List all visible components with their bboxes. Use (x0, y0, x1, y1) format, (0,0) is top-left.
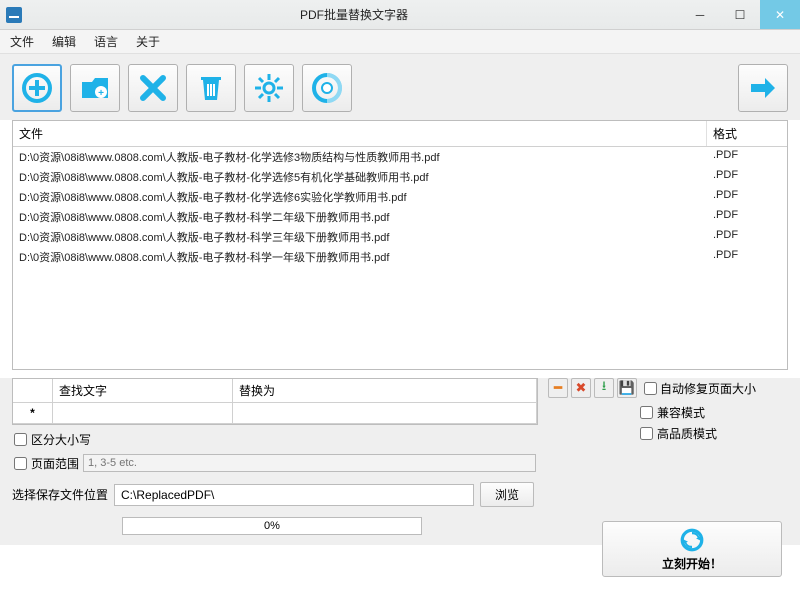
table-row[interactable]: D:\0资源\08i8\www.0808.com\人教版-电子教材-科学三年级下… (13, 227, 787, 247)
menu-file[interactable]: 文件 (10, 33, 34, 50)
clear-button[interactable] (186, 64, 236, 112)
table-row[interactable]: D:\0资源\08i8\www.0808.com\人教版-电子教材-科学一年级下… (13, 247, 787, 267)
page-range-checkbox[interactable] (14, 457, 27, 470)
maximize-button[interactable]: ☐ (720, 0, 760, 29)
table-row[interactable]: D:\0资源\08i8\www.0808.com\人教版-电子教材-化学选修3物… (13, 147, 787, 167)
minimize-button[interactable]: ─ (680, 0, 720, 29)
add-file-button[interactable] (12, 64, 62, 112)
replace-header: 替换为 (233, 379, 537, 403)
save-path-input[interactable] (114, 484, 474, 506)
table-row[interactable]: D:\0资源\08i8\www.0808.com\人教版-电子教材-化学选修5有… (13, 167, 787, 187)
table-row[interactable]: D:\0资源\08i8\www.0808.com\人教版-电子教材-科学二年级下… (13, 207, 787, 227)
replace-cell[interactable] (233, 403, 537, 424)
next-button[interactable] (738, 64, 788, 112)
compat-label: 兼容模式 (657, 404, 705, 421)
menu-language[interactable]: 语言 (94, 33, 118, 50)
hq-label: 高品质模式 (657, 425, 717, 442)
table-row[interactable]: D:\0资源\08i8\www.0808.com\人教版-电子教材-化学选修6实… (13, 187, 787, 207)
close-button[interactable]: ✕ (760, 0, 800, 29)
add-folder-button[interactable]: + (70, 64, 120, 112)
settings-button[interactable] (244, 64, 294, 112)
replace-row[interactable]: * (13, 403, 537, 424)
case-sensitive-checkbox[interactable] (14, 433, 27, 446)
menubar: 文件 编辑 语言 关于 (0, 30, 800, 54)
clear-rules-icon[interactable]: ✖ (571, 378, 591, 398)
window-title: PDF批量替换文字器 (28, 6, 680, 23)
page-range-input[interactable] (83, 454, 536, 472)
help-button[interactable] (302, 64, 352, 112)
app-icon (6, 7, 22, 23)
page-range-label: 页面范围 (31, 455, 79, 472)
progress-bar: 0% (122, 517, 422, 535)
menu-about[interactable]: 关于 (136, 33, 160, 50)
start-button[interactable]: 立刻开始！ (602, 521, 782, 577)
browse-button[interactable]: 浏览 (480, 482, 534, 507)
menu-edit[interactable]: 编辑 (52, 33, 76, 50)
header-file[interactable]: 文件 (13, 121, 707, 146)
titlebar: PDF批量替换文字器 ─ ☐ ✕ (0, 0, 800, 30)
compat-checkbox[interactable] (640, 406, 653, 419)
remove-rule-icon[interactable]: ━ (548, 378, 568, 398)
file-list[interactable]: 文件 格式 D:\0资源\08i8\www.0808.com\人教版-电子教材-… (12, 120, 788, 370)
header-format[interactable]: 格式 (707, 121, 787, 146)
refresh-icon (679, 527, 705, 553)
toolbar: + (0, 54, 800, 120)
replace-grid: 查找文字 替换为 * (12, 378, 538, 425)
case-sensitive-label: 区分大小写 (31, 431, 91, 448)
file-list-header: 文件 格式 (13, 121, 787, 147)
auto-fix-label: 自动修复页面大小 (660, 380, 756, 397)
svg-text:+: + (98, 88, 104, 99)
find-cell[interactable] (53, 403, 233, 424)
auto-fix-checkbox[interactable] (644, 382, 657, 395)
load-rules-icon[interactable]: ⭳ (594, 378, 614, 398)
save-location-label: 选择保存文件位置 (12, 486, 108, 503)
remove-button[interactable] (128, 64, 178, 112)
hq-checkbox[interactable] (640, 427, 653, 440)
save-rules-icon[interactable]: 💾 (617, 378, 637, 398)
find-header: 查找文字 (53, 379, 233, 403)
